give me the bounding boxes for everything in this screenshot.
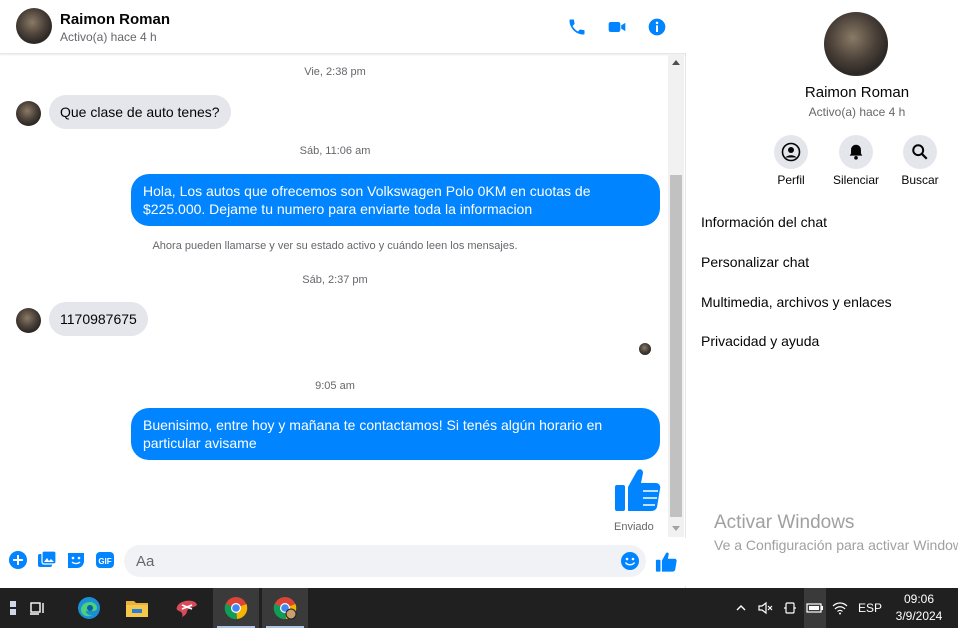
- plus-icon[interactable]: [8, 550, 28, 570]
- task-view-icon[interactable]: [15, 588, 61, 628]
- profile-button[interactable]: Perfil: [758, 135, 824, 187]
- bell-icon: [839, 135, 873, 169]
- chat-header: Raimon Roman Activo(a) hace 4 h: [0, 0, 686, 54]
- conversation-info-panel: Raimon Roman Activo(a) hace 4 h Perfil S…: [686, 0, 958, 588]
- menu-privacy-help[interactable]: Privacidad y ayuda: [701, 333, 819, 349]
- send-thumbs-up-icon[interactable]: [655, 551, 677, 573]
- outgoing-message[interactable]: Buenisimo, entre hoy y mañana te contact…: [131, 408, 660, 460]
- show-hidden-icons-chevron-icon[interactable]: [735, 588, 749, 628]
- mute-label: Silenciar: [832, 173, 880, 187]
- search-icon: [903, 135, 937, 169]
- search-button[interactable]: Buscar: [887, 135, 953, 187]
- gif-icon[interactable]: GIF: [95, 550, 115, 570]
- activation-watermark-title: Activar Windows: [714, 512, 855, 533]
- snipping-tool-icon[interactable]: [164, 588, 210, 628]
- battery-icon[interactable]: [804, 588, 826, 628]
- contact-status: Activo(a) hace 4 h: [60, 30, 157, 44]
- sender-avatar[interactable]: [16, 101, 41, 126]
- chat-panel: Raimon Roman Activo(a) hace 4 h Vie, 2:3…: [0, 0, 686, 588]
- menu-media-files-links[interactable]: Multimedia, archivos y enlaces: [701, 294, 892, 310]
- search-label: Buscar: [901, 173, 939, 187]
- chrome-browser-icon[interactable]: [213, 588, 259, 628]
- thumbs-up-icon[interactable]: [613, 467, 661, 513]
- profile-label: Perfil: [777, 173, 805, 187]
- incoming-message[interactable]: Que clase de auto tenes?: [49, 95, 231, 129]
- edge-browser-icon[interactable]: [66, 588, 112, 628]
- timestamp: Sáb, 11:06 am: [299, 145, 371, 157]
- speaker-muted-icon[interactable]: [758, 588, 774, 628]
- sticker-icon[interactable]: [66, 550, 86, 570]
- messenger-window: Raimon Roman Activo(a) hace 4 h Vie, 2:3…: [0, 0, 958, 588]
- scroll-up-arrow-icon[interactable]: [672, 60, 680, 65]
- menu-chat-info[interactable]: Información del chat: [701, 214, 827, 230]
- chat-notice: Ahora pueden llamarse y ver su estado ac…: [152, 240, 518, 252]
- video-icon[interactable]: [605, 15, 629, 39]
- message-input[interactable]: [124, 545, 646, 577]
- info-contact-name: Raimon Roman: [804, 84, 910, 101]
- language-indicator[interactable]: ESP: [858, 588, 882, 628]
- gif-label: GIF: [98, 557, 111, 566]
- chrome-profile-icon[interactable]: [262, 588, 308, 628]
- contact-avatar-large[interactable]: [824, 12, 888, 76]
- message-scrollbar[interactable]: [668, 55, 684, 537]
- profile-icon: [774, 135, 808, 169]
- phone-icon[interactable]: [565, 15, 589, 39]
- menu-customize-chat[interactable]: Personalizar chat: [701, 254, 809, 270]
- timestamp: Vie, 2:38 pm: [304, 66, 366, 78]
- windows-taskbar: ESP 09:06 3/9/2024: [0, 588, 958, 628]
- message-list[interactable]: Vie, 2:38 pm Que clase de auto tenes? Sá…: [0, 55, 686, 537]
- contact-name[interactable]: Raimon Roman: [60, 11, 170, 28]
- composer-bar: GIF: [0, 538, 686, 586]
- outgoing-message[interactable]: Hola, Los autos que ofrecemos son Volksw…: [131, 174, 660, 226]
- wifi-icon[interactable]: [832, 588, 848, 628]
- timestamp: Sáb, 2:37 pm: [302, 274, 368, 286]
- system-clock[interactable]: 09:06 3/9/2024: [880, 591, 958, 625]
- contact-avatar[interactable]: [16, 8, 52, 44]
- emoji-icon[interactable]: [620, 551, 640, 571]
- image-icon[interactable]: [37, 550, 57, 570]
- device-icon[interactable]: [783, 588, 799, 628]
- info-contact-status: Activo(a) hace 4 h: [808, 105, 906, 119]
- scroll-thumb[interactable]: [670, 175, 682, 517]
- clock-date: 3/9/2024: [895, 609, 943, 623]
- clock-time: 09:06: [903, 592, 935, 606]
- sender-avatar[interactable]: [16, 308, 41, 333]
- mute-button[interactable]: Silenciar: [823, 135, 889, 187]
- scroll-down-arrow-icon[interactable]: [672, 526, 680, 531]
- sent-status: Enviado: [614, 521, 654, 533]
- activation-watermark-subtitle: Ve a Configuración para activar Windows.: [714, 537, 958, 553]
- seen-indicator-avatar: [639, 343, 651, 355]
- info-icon[interactable]: [645, 15, 669, 39]
- file-explorer-icon[interactable]: [114, 588, 160, 628]
- timestamp: 9:05 am: [315, 380, 355, 392]
- incoming-message[interactable]: 1170987675: [49, 302, 148, 336]
